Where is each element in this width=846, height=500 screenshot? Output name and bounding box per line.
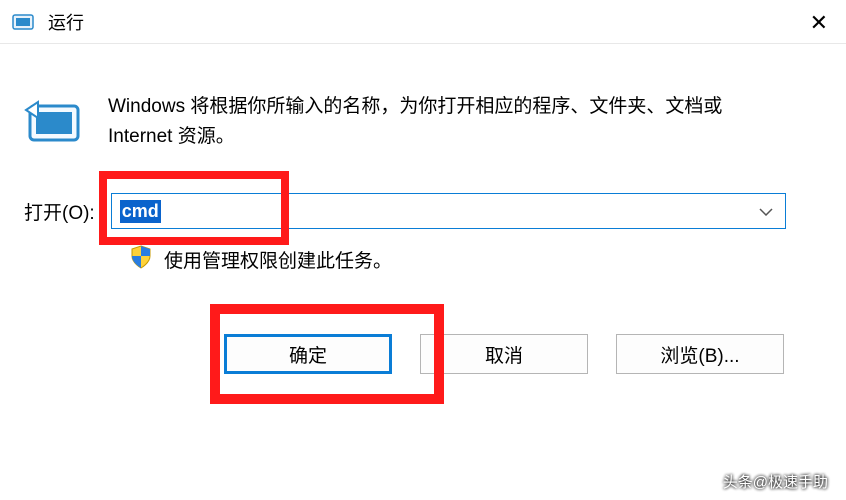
close-icon[interactable]: ✕ — [810, 10, 828, 36]
ok-button[interactable]: 确定 — [224, 334, 392, 374]
run-large-icon — [24, 98, 84, 153]
window-title: 运行 — [48, 9, 84, 35]
open-combobox[interactable]: cmd — [111, 193, 786, 229]
open-input-value[interactable]: cmd — [120, 200, 161, 223]
browse-button[interactable]: 浏览(B)... — [616, 334, 784, 374]
cancel-button[interactable]: 取消 — [420, 334, 588, 374]
titlebar: 运行 ✕ — [0, 0, 846, 44]
uac-shield-icon — [130, 245, 152, 274]
chevron-down-icon[interactable] — [759, 203, 773, 219]
button-row: 确定 取消 浏览(B)... — [24, 334, 786, 374]
description-text: Windows 将根据你所输入的名称，为你打开相应的程序、文件夹、文档或 Int… — [108, 92, 786, 153]
content-area: Windows 将根据你所输入的名称，为你打开相应的程序、文件夹、文档或 Int… — [0, 44, 846, 374]
run-small-icon — [12, 12, 34, 32]
watermark: 头条@极速手助 — [723, 471, 828, 492]
admin-note: 使用管理权限创建此任务。 — [164, 246, 392, 273]
open-label: 打开(O): — [24, 198, 95, 225]
